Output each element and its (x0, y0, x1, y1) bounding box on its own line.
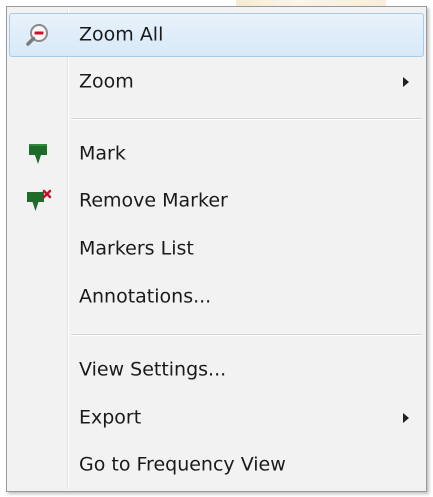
menu-item-markers-list[interactable]: Markers List (9, 227, 424, 271)
menu-item-mark[interactable]: Mark (9, 132, 424, 176)
menu-item-label: Remove Marker (79, 189, 228, 212)
menu-item-annotations[interactable]: Annotations... (9, 275, 424, 319)
menu-item-label: Export (79, 406, 142, 429)
submenu-arrow-icon (403, 413, 409, 423)
menu-item-remove-marker[interactable]: Remove Marker (9, 179, 424, 223)
menu-item-zoom-all[interactable]: Zoom All (9, 13, 424, 57)
menu-item-label: Zoom (79, 70, 134, 93)
menu-item-label: Mark (79, 142, 126, 165)
context-menu: Zoom All Zoom Mark Remove Marker Markers… (6, 6, 427, 492)
menu-item-go-to-frequency-view[interactable]: Go to Frequency View (9, 443, 424, 487)
menu-item-label: View Settings... (79, 358, 227, 381)
menu-item-label: Go to Frequency View (79, 453, 286, 476)
zoom-out-magnifier-icon (24, 21, 52, 49)
menu-separator (71, 334, 422, 336)
menu-item-label: Zoom All (79, 23, 164, 46)
marker-pin-icon (24, 140, 52, 168)
menu-item-zoom[interactable]: Zoom (9, 60, 424, 104)
menu-item-view-settings[interactable]: View Settings... (9, 348, 424, 392)
screen: Zoom All Zoom Mark Remove Marker Markers… (0, 0, 433, 497)
menu-item-label: Annotations... (79, 285, 212, 308)
submenu-arrow-icon (403, 77, 409, 87)
remove-marker-icon (24, 187, 52, 215)
menu-item-export[interactable]: Export (9, 396, 424, 440)
menu-item-label: Markers List (79, 237, 194, 260)
menu-separator (71, 118, 422, 120)
